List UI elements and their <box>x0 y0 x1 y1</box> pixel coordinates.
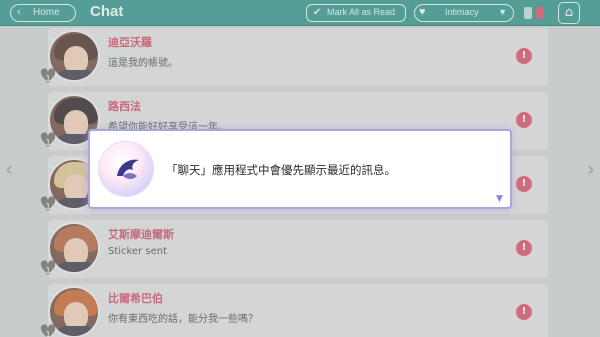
app-bird-logo-icon <box>98 141 154 197</box>
dialog-message: 「聊天」應用程式中會優先顯示最近的訊息。 <box>166 163 396 177</box>
next-arrow-icon[interactable]: ▼ <box>496 194 508 204</box>
notification-dialog[interactable]: 「聊天」應用程式中會優先顯示最近的訊息。 ▼ <box>88 129 512 209</box>
